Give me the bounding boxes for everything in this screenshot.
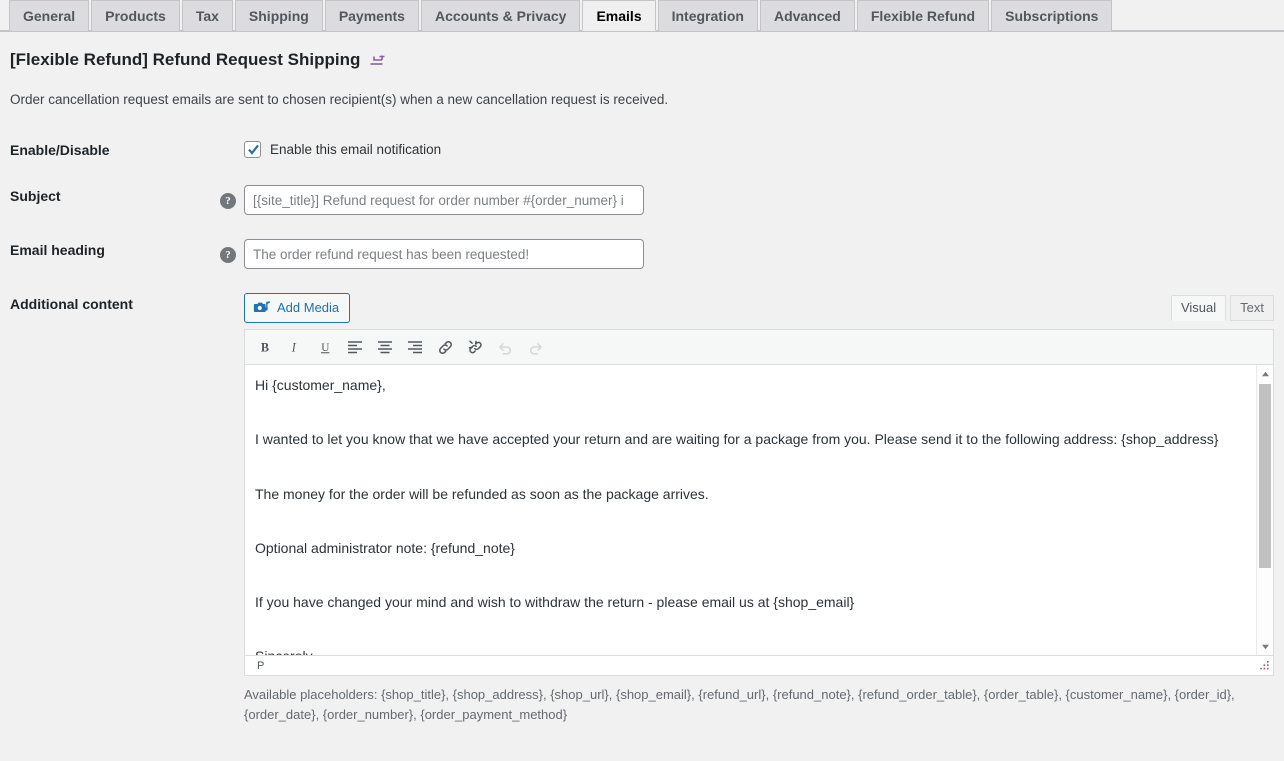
label-subject: Subject xyxy=(10,188,61,204)
media-camera-music-icon xyxy=(253,299,271,317)
subject-control-cell xyxy=(244,173,1274,227)
editor-element-path[interactable]: P xyxy=(257,660,264,672)
editor-body[interactable]: Hi {customer_name}, I wanted to let you … xyxy=(245,365,1273,655)
field-row-subject: Subject ? xyxy=(10,173,1274,227)
subject-input[interactable] xyxy=(244,185,644,215)
align-left-icon[interactable] xyxy=(341,334,369,360)
editor-mode-tabs: Visual Text xyxy=(1167,295,1274,321)
email-heading-input[interactable] xyxy=(244,239,644,269)
editor-paragraph: Hi {customer_name}, xyxy=(255,377,386,393)
editor-paragraph: Optional administrator note: {refund_not… xyxy=(255,539,515,556)
page-title-text: [Flexible Refund] Refund Request Shippin… xyxy=(10,50,361,69)
page-description: Order cancellation request emails are se… xyxy=(10,92,669,107)
add-media-label: Add Media xyxy=(277,300,340,315)
email-heading-help-cell: ? xyxy=(219,227,244,281)
tab-subscriptions[interactable]: Subscriptions xyxy=(991,0,1113,31)
field-row-additional-content: Additional content Add Media Visual Text… xyxy=(10,281,1274,737)
align-center-icon[interactable] xyxy=(371,334,399,360)
help-cell-empty xyxy=(220,127,244,173)
link-icon[interactable] xyxy=(431,334,459,360)
italic-icon[interactable]: I xyxy=(281,334,309,360)
tab-general[interactable]: General xyxy=(9,0,90,31)
redo-icon[interactable] xyxy=(521,334,549,360)
checkmark-icon xyxy=(248,144,259,155)
field-row-enable: Enable/Disable Enable this email notific… xyxy=(10,127,1274,173)
editor-statusbar: P xyxy=(245,655,1273,675)
editor-container: B I U Hi {customer_name}, I wanted to le… xyxy=(244,329,1274,676)
available-placeholders-note: Available placeholders: {shop_title}, {s… xyxy=(244,687,1235,723)
tab-accounts-privacy[interactable]: Accounts & Privacy xyxy=(420,0,581,31)
label-enable-disable: Enable/Disable xyxy=(10,142,110,158)
enable-control-cell: Enable this email notification xyxy=(244,127,1274,173)
editor-paragraph: I wanted to let you know that we have ac… xyxy=(255,431,1219,448)
settings-page-content: [Flexible Refund] Refund Request Shippin… xyxy=(0,50,1284,737)
tab-emails[interactable]: Emails xyxy=(582,0,656,31)
editor-content-area[interactable]: Hi {customer_name}, I wanted to let you … xyxy=(245,365,1273,655)
additional-content-control-cell: Add Media Visual Text B I U Hi {customer… xyxy=(244,281,1274,737)
editor-scrollbar-track[interactable] xyxy=(1257,382,1273,638)
bold-icon[interactable]: B xyxy=(251,334,279,360)
tab-flexible-refund[interactable]: Flexible Refund xyxy=(856,0,990,31)
enable-email-checkbox[interactable] xyxy=(244,141,261,158)
editor-resize-handle[interactable] xyxy=(1257,659,1271,673)
settings-tab-bar: General Products Tax Shipping Payments Accoun… xyxy=(0,0,1284,32)
scroll-up-arrow-icon[interactable] xyxy=(1257,365,1273,382)
tab-text-editor[interactable]: Text xyxy=(1230,295,1274,321)
tab-products[interactable]: Products xyxy=(91,0,180,31)
editor-scrollbar[interactable] xyxy=(1256,365,1273,655)
editor-paragraph: The money for the order will be refunded… xyxy=(255,485,709,502)
tab-tax[interactable]: Tax xyxy=(181,0,233,31)
unlink-icon[interactable] xyxy=(461,334,489,360)
editor-paragraph: Sincerely xyxy=(255,646,1255,655)
underline-icon[interactable]: U xyxy=(311,334,339,360)
help-question-icon[interactable]: ? xyxy=(219,247,236,263)
svg-text:U: U xyxy=(321,341,329,353)
field-row-email-heading: Email heading ? xyxy=(10,227,1274,281)
email-heading-control-cell xyxy=(244,227,1274,281)
label-email-heading: Email heading xyxy=(10,242,105,258)
editor-scrollbar-thumb[interactable] xyxy=(1259,384,1271,569)
return-arrow-icon xyxy=(370,55,387,70)
tab-visual-editor[interactable]: Visual xyxy=(1170,295,1227,321)
tab-integration[interactable]: Integration xyxy=(657,0,758,31)
undo-icon[interactable] xyxy=(491,334,519,360)
svg-text:I: I xyxy=(290,340,296,354)
email-settings-form: Enable/Disable Enable this email notific… xyxy=(10,127,1274,737)
tab-shipping[interactable]: Shipping xyxy=(234,0,323,31)
scroll-down-arrow-icon[interactable] xyxy=(1257,638,1273,655)
subject-help-cell: ? xyxy=(219,173,244,227)
add-media-button[interactable]: Add Media xyxy=(244,293,351,323)
label-additional-content: Additional content xyxy=(10,296,133,312)
svg-text:B: B xyxy=(260,340,268,354)
page-title: [Flexible Refund] Refund Request Shippin… xyxy=(10,50,1274,70)
enable-email-checkbox-label[interactable]: Enable this email notification xyxy=(270,142,441,157)
additional-content-help-cell xyxy=(220,281,244,737)
help-question-icon[interactable]: ? xyxy=(219,193,236,209)
editor-paragraph: If you have changed your mind and wish t… xyxy=(255,594,855,611)
tab-advanced[interactable]: Advanced xyxy=(759,0,855,31)
editor-toolbar: B I U xyxy=(245,330,1273,365)
tab-payments[interactable]: Payments xyxy=(324,0,419,31)
align-right-icon[interactable] xyxy=(401,334,429,360)
wp-editor: Add Media Visual Text B I U Hi {customer… xyxy=(244,293,1274,676)
